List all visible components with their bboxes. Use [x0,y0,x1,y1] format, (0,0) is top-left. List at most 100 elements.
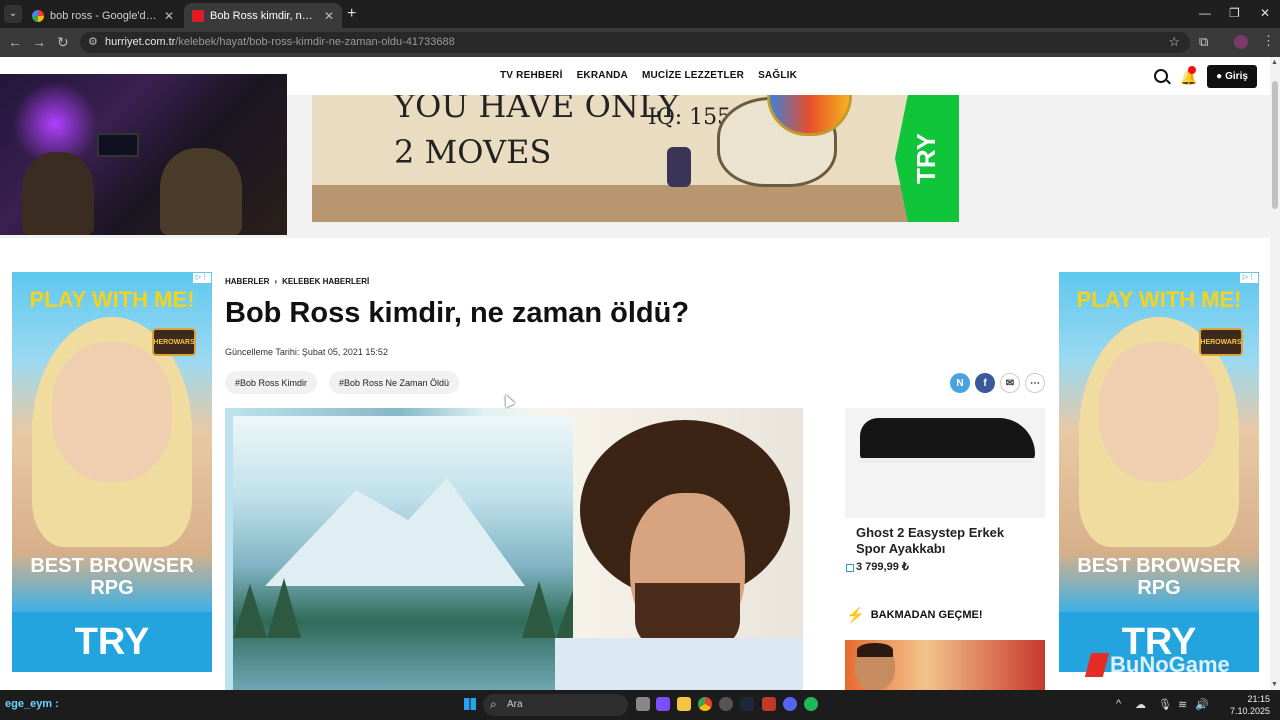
login-label: Giriş [1225,71,1248,82]
new-tab-icon[interactable]: + [347,5,356,23]
wifi-icon[interactable]: ≋ [1178,698,1187,711]
chevron-right-icon: › [274,277,278,286]
reload-icon[interactable]: ↻ [57,34,69,51]
profile-avatar[interactable] [1234,35,1248,49]
breadcrumb-kelebek[interactable]: KELEBEK HABERLERİ [282,277,369,286]
ad-try-button[interactable]: TRY [12,612,212,672]
tab-bob-ross-article[interactable]: Bob Ross kimdir, ne zaman öldü ✕ [184,3,342,28]
file-explorer-icon[interactable] [677,697,691,711]
minimize-icon[interactable]: — [1199,6,1211,20]
url-text: hurriyet.com.tr/kelebek/hayat/bob-ross-k… [105,36,455,48]
game-banner-ad[interactable]: YOU HAVE ONLY 2 MOVES IQ: 155 TRY [312,95,959,222]
clock-time: 21:15 [1247,694,1270,704]
site-info-icon[interactable]: ⚙ [88,35,98,48]
streamer-name: ege_eym : [5,698,59,710]
back-icon[interactable]: ← [8,34,22,50]
discord-icon[interactable] [783,697,797,711]
address-bar-row: ← → ↻ ⚙ hurriyet.com.tr/kelebek/hayat/bo… [0,28,1280,57]
more-share-icon[interactable]: ⋯ [1025,373,1045,393]
taskbar-search-label: Ara [507,699,523,710]
elf-face [1099,342,1219,482]
browser-menu-icon[interactable]: ⋮ [1262,33,1275,49]
spotify-icon[interactable] [804,697,818,711]
section-title: BAKMADAN GEÇME! [870,609,983,621]
steam-icon[interactable] [740,697,754,711]
product-image[interactable] [845,408,1045,518]
tag-bob-ross-kimdir[interactable]: #Bob Ross Kimdir [225,371,318,394]
url-input[interactable]: ⚙ hurriyet.com.tr/kelebek/hayat/bob-ross… [80,32,1190,53]
recording-app-icon[interactable] [762,697,776,711]
notification-badge [1188,66,1196,74]
ad-info-icon[interactable] [846,564,854,572]
hurriyet-icon [192,9,204,22]
user-icon: ● [1216,71,1223,82]
banner-line2: 2 MOVES [394,133,552,171]
chrome-icon[interactable] [698,697,712,711]
clock-date: 7.10.2025 [1229,706,1270,716]
section-header: ⚡ BAKMADAN GEÇME! [846,606,983,624]
tab-title: bob ross - Google'da Ara [50,9,158,22]
ad-tagline: BEST BROWSER RPG [30,555,194,599]
watermark-text: BuNoGame [1110,652,1230,677]
product-price: 3 799,99 ₺ [856,561,909,573]
tag-bob-ross-ne-zaman-oldu[interactable]: #Bob Ross Ne Zaman Öldü [329,371,460,394]
featured-story-image[interactable] [845,640,1045,690]
update-date: Güncelleme Tarihi: Şubat 05, 2021 15:52 [225,347,388,357]
ad-headline: PLAY WITH ME! [1076,287,1242,312]
main-nav: TV REHBERİ EKRANDA MUCİZE LEZZETLER SAĞL… [500,70,797,81]
ad-choices-icon[interactable]: ▷⋮ [193,273,211,283]
banner-try-button[interactable]: TRY [895,95,959,222]
shoe-sole [860,458,1035,463]
ad-choices-icon[interactable]: ▷⋮ [1240,273,1258,283]
nav-ekranda[interactable]: EKRANDA [577,70,628,81]
lightning-icon: ⚡ [846,607,865,624]
webcam-overlay [0,74,287,235]
google-icon [32,9,44,22]
breadcrumb: HABERLER › KELEBEK HABERLERİ [225,277,369,286]
ad-brand-logo: HEROWARS [1199,328,1243,356]
app-icon[interactable] [656,697,670,711]
onedrive-icon[interactable]: ☁ [1135,698,1146,711]
system-clock[interactable]: 21:15 7.10.2025 [1210,693,1270,717]
scrollbar-thumb[interactable] [1272,81,1278,209]
tab-title: Bob Ross kimdir, ne zaman öldü [210,9,318,22]
login-button[interactable]: ● Giriş [1207,65,1257,88]
close-window-icon[interactable]: ✕ [1260,6,1270,20]
breadcrumb-haberler[interactable]: HABERLER [225,277,269,286]
windows-taskbar: ege_eym : ⌕ Ara ^ ☁ 🎙 ≋ 🔊 21:15 7.10.202… [0,690,1280,720]
banner-ground [312,185,959,222]
windows-start-icon[interactable] [464,698,476,710]
tab-search-button[interactable]: ⌄ [4,5,22,23]
nav-saglik[interactable]: SAĞLIK [758,70,797,81]
nav-tv-rehberi[interactable]: TV REHBERİ [500,70,563,81]
task-view-icon[interactable] [636,697,650,711]
search-icon[interactable] [1154,69,1168,83]
bookmark-star-icon[interactable]: ☆ [1168,34,1180,50]
page-scrollbar[interactable]: ▲ ▼ [1270,57,1280,690]
microphone-icon[interactable]: 🎙 [1158,698,1172,711]
taskbar-search[interactable]: ⌕ Ara [483,694,628,716]
ad-brand-logo: HEROWARS [152,328,196,356]
close-tab-icon[interactable]: ✕ [164,9,174,23]
scroll-up-icon[interactable]: ▲ [1271,59,1278,66]
close-tab-icon[interactable]: ✕ [324,9,334,23]
forward-icon[interactable]: → [32,34,46,50]
scroll-down-icon[interactable]: ▼ [1271,681,1278,688]
left-side-ad[interactable]: ▷⋮ PLAY WITH ME! HEROWARS BEST BROWSER R… [12,272,212,672]
product-title[interactable]: Ghost 2 Easystep Erkek Spor Ayakkabı [856,525,1036,557]
facebook-share-icon[interactable]: f [975,373,995,393]
volume-icon[interactable]: 🔊 [1195,698,1209,711]
news-share-icon[interactable]: N [950,373,970,393]
settings-icon[interactable] [719,697,733,711]
bob-ross-shirt [555,638,803,690]
shoe-illustration [860,418,1035,463]
mail-share-icon[interactable]: ✉ [1000,373,1020,393]
right-side-ad[interactable]: ▷⋮ PLAY WITH ME! HEROWARS BEST BROWSER R… [1059,272,1259,672]
show-hidden-icons[interactable]: ^ [1116,698,1121,710]
restore-icon[interactable]: ❐ [1229,6,1240,20]
mouse-cursor-icon [500,392,516,408]
tab-google-search[interactable]: bob ross - Google'da Ara ✕ [24,3,182,28]
ad-headline: PLAY WITH ME! [29,287,195,312]
extensions-icon[interactable]: ⧉ [1199,34,1208,50]
nav-mucize-lezzetler[interactable]: MUCİZE LEZZETLER [642,70,744,81]
